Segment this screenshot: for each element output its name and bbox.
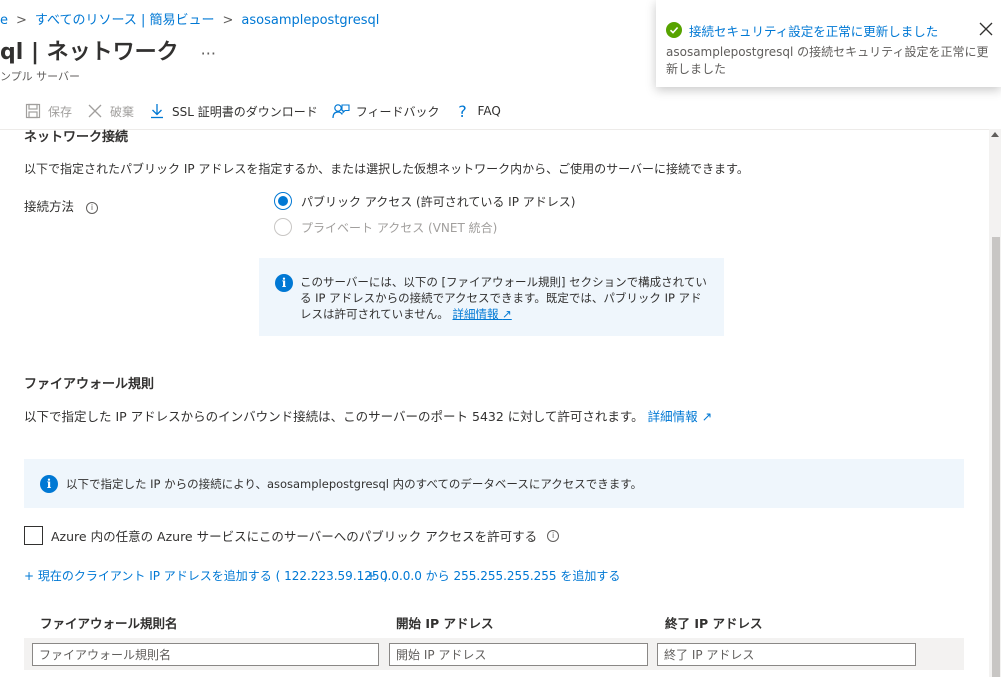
add-client-ip-link[interactable]: + 現在のクライアント IP アドレスを追加する ( 122.223.59.12… bbox=[24, 567, 388, 584]
discard-button[interactable]: 破棄 bbox=[86, 102, 134, 120]
add-all-ip-link[interactable]: + 0.0.0.0 から 255.255.255.255 を追加する bbox=[366, 567, 620, 584]
network-heading: ネットワーク接続 bbox=[24, 130, 129, 145]
firewall-info-text: 以下で指定した IP からの接続により、asosamplepostgresql … bbox=[66, 477, 643, 491]
success-notification: 接続セキュリティ設定を正常に更新しました asosamplepostgresql… bbox=[656, 0, 1001, 87]
page-subtitle: ンプル サーバー bbox=[0, 70, 81, 83]
discard-label: 破棄 bbox=[110, 104, 135, 119]
firewall-info-box: i 以下で指定した IP からの接続により、asosamplepostgresq… bbox=[24, 459, 964, 508]
allow-azure-services-label: Azure 内の任意の Azure サービスにこのサーバーへのパブリック アクセ… bbox=[51, 529, 538, 544]
breadcrumb: e > すべてのリソース | 簡易ビュー > asosamplepostgresql bbox=[0, 9, 379, 28]
radio-public-label: パブリック アクセス (許可されている IP アドレス) bbox=[301, 194, 576, 209]
start-ip-input[interactable] bbox=[389, 643, 648, 666]
close-icon bbox=[979, 22, 993, 36]
scroll-up-icon[interactable] bbox=[991, 132, 999, 137]
breadcrumb-all-resources-link[interactable]: すべてのリソース | 簡易ビュー bbox=[35, 13, 215, 28]
feedback-button[interactable]: フィードバック bbox=[332, 102, 440, 120]
rule-name-input[interactable] bbox=[32, 643, 379, 666]
save-label: 保存 bbox=[48, 104, 73, 119]
question-icon: ? bbox=[458, 101, 467, 121]
notification-body: asosamplepostgresql の接続セキュリティ設定を正常に更新しまし… bbox=[666, 45, 989, 76]
breadcrumb-home-link[interactable]: e bbox=[0, 13, 8, 28]
command-bar: 保存 破棄 SSL 証明書のダウンロード フィードバック ? FAQ bbox=[24, 99, 515, 123]
success-check-icon bbox=[666, 22, 682, 38]
page-title-text: ql | ネットワーク bbox=[0, 40, 179, 65]
connection-method-text: 接続方法 bbox=[24, 199, 75, 214]
column-header-rule-name: ファイアウォール規則名 bbox=[40, 616, 178, 631]
column-header-end-ip: 終了 IP アドレス bbox=[665, 616, 763, 631]
close-icon bbox=[86, 102, 104, 120]
external-link-icon: ↗ bbox=[701, 409, 713, 424]
column-header-start-ip: 開始 IP アドレス bbox=[396, 616, 494, 631]
info-icon: i bbox=[40, 475, 58, 493]
more-options-button[interactable]: ··· bbox=[201, 44, 216, 63]
save-icon bbox=[24, 102, 42, 120]
notification-title: 接続セキュリティ設定を正常に更新しました bbox=[689, 24, 939, 39]
allow-azure-services-checkbox[interactable]: Azure 内の任意の Azure サービスにこのサーバーへのパブリック アクセ… bbox=[24, 526, 560, 545]
connection-method-label: 接続方法 i bbox=[24, 196, 98, 215]
radio-private-access[interactable]: プライベート アクセス (VNET 統合) bbox=[274, 218, 497, 236]
firewall-heading: ファイアウォール規則 bbox=[24, 377, 155, 392]
firewall-description-text: 以下で指定した IP アドレスからのインバウンド接続は、このサーバーのポート 5… bbox=[24, 409, 644, 424]
feedback-label: フィードバック bbox=[355, 104, 440, 119]
info-icon: i bbox=[275, 274, 293, 292]
info-icon[interactable]: i bbox=[86, 201, 98, 214]
firewall-learn-more-label: 詳細情報 bbox=[647, 409, 698, 424]
end-ip-input[interactable] bbox=[657, 643, 916, 666]
faq-button[interactable]: ? FAQ bbox=[454, 101, 501, 121]
save-button[interactable]: 保存 bbox=[24, 102, 72, 120]
network-learn-more-label: 詳細情報 bbox=[452, 307, 499, 321]
radio-unselected-indicator bbox=[274, 218, 292, 236]
checkbox-box bbox=[24, 526, 43, 545]
vertical-scrollbar[interactable] bbox=[989, 129, 1001, 677]
scrollbar-thumb[interactable] bbox=[992, 237, 1000, 677]
breadcrumb-server-link[interactable]: asosamplepostgresql bbox=[241, 13, 379, 28]
radio-selected-indicator bbox=[274, 192, 292, 210]
network-info-box: i このサーバーには、以下の [ファイアウォール規則] セクションで構成されてい… bbox=[259, 258, 724, 336]
download-ssl-button[interactable]: SSL 証明書のダウンロード bbox=[148, 102, 318, 120]
download-ssl-label: SSL 証明書のダウンロード bbox=[172, 104, 318, 119]
firewall-description: 以下で指定した IP アドレスからのインバウンド接続は、このサーバーのポート 5… bbox=[24, 406, 712, 425]
toolbar-divider bbox=[0, 129, 990, 130]
firewall-learn-more-link[interactable]: 詳細情報 ↗ bbox=[648, 409, 712, 424]
download-icon bbox=[148, 102, 166, 120]
info-icon[interactable]: i bbox=[547, 529, 560, 542]
breadcrumb-separator: > bbox=[16, 13, 27, 28]
breadcrumb-separator: > bbox=[222, 13, 234, 28]
external-link-icon: ↗ bbox=[502, 307, 512, 321]
radio-public-access[interactable]: パブリック アクセス (許可されている IP アドレス) bbox=[274, 192, 575, 210]
faq-label: FAQ bbox=[477, 104, 501, 118]
page-title: ql | ネットワーク ··· bbox=[0, 34, 216, 66]
radio-private-label: プライベート アクセス (VNET 統合) bbox=[301, 220, 498, 235]
network-info-text: このサーバーには、以下の [ファイアウォール規則] セクションで構成されている … bbox=[300, 274, 712, 322]
feedback-icon bbox=[332, 102, 350, 120]
network-learn-more-link[interactable]: 詳細情報 ↗ bbox=[452, 307, 511, 321]
network-description: 以下で指定されたパブリック IP アドレスを指定するか、または選択した仮想ネット… bbox=[24, 162, 749, 176]
close-notification-button[interactable] bbox=[977, 20, 995, 38]
